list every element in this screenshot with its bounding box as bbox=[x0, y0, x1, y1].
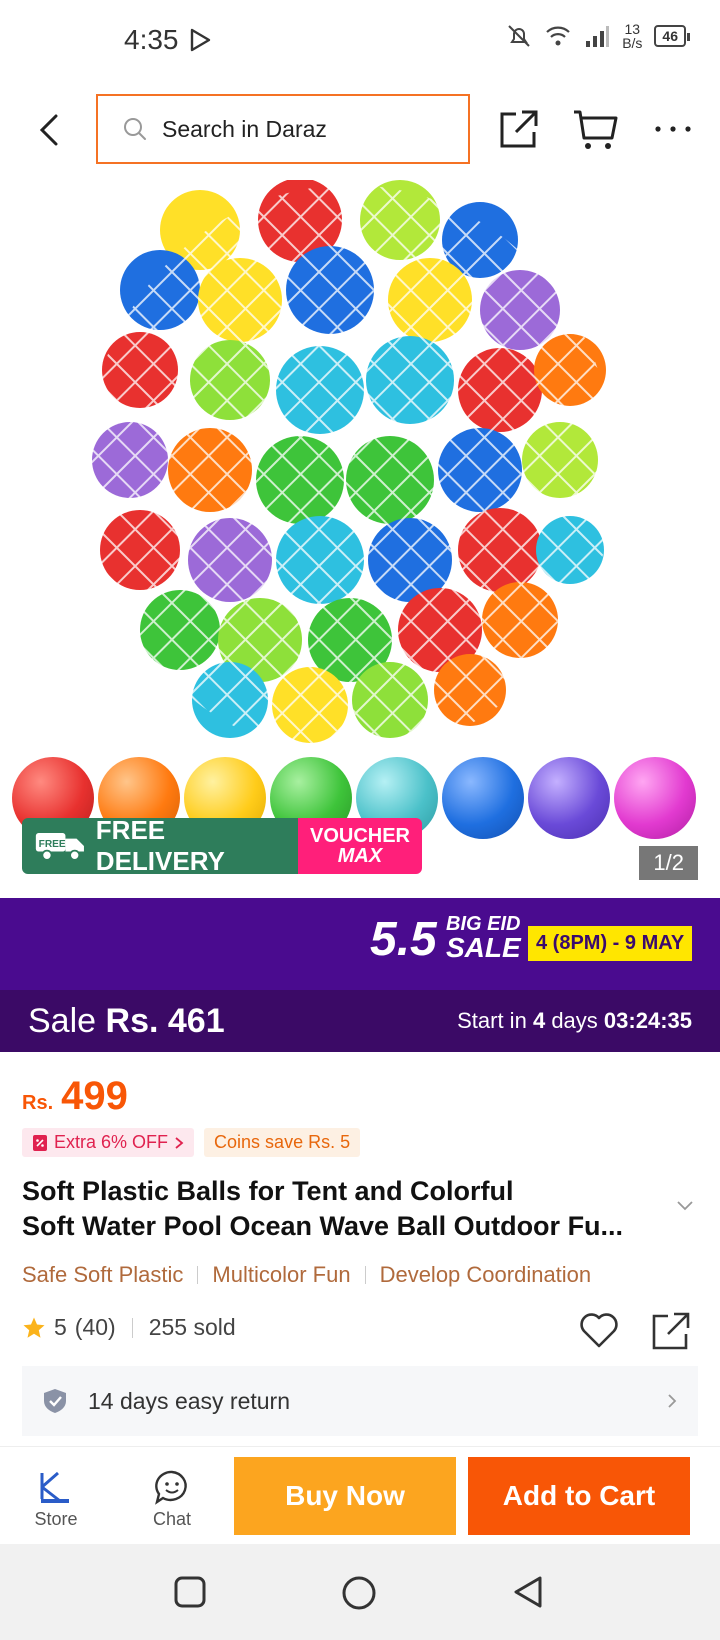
ball-blue bbox=[442, 757, 524, 839]
sale-countdown: Start in 4 days 03:24:35 bbox=[457, 1008, 692, 1033]
tag-item: Develop Coordination bbox=[379, 1262, 592, 1287]
wishlist-heart-icon[interactable] bbox=[578, 1310, 620, 1350]
store-button[interactable]: Store bbox=[16, 1469, 96, 1530]
system-navigation-bar bbox=[0, 1544, 720, 1640]
sale-label: Sale bbox=[28, 1001, 97, 1040]
svg-text:FREE: FREE bbox=[39, 839, 66, 850]
return-policy-text: 14 days easy return bbox=[88, 1387, 291, 1414]
review-count: (40) bbox=[74, 1314, 116, 1340]
signal-icon bbox=[586, 26, 610, 47]
ball-pink bbox=[614, 757, 696, 839]
tag-item: Multicolor Fun bbox=[212, 1262, 351, 1287]
divider bbox=[131, 1317, 133, 1338]
promo-chips: Extra 6% OFF Coins save Rs. 5 bbox=[22, 1128, 361, 1157]
divider bbox=[364, 1266, 366, 1284]
product-title[interactable]: Soft Plastic Balls for Tent and Colorful… bbox=[22, 1174, 672, 1244]
coins-chip: Coins save Rs. 5 bbox=[204, 1128, 361, 1157]
mute-bell-icon bbox=[508, 25, 530, 47]
chevron-right-icon bbox=[668, 1394, 677, 1408]
chevron-right-icon bbox=[175, 1136, 184, 1149]
search-icon bbox=[124, 118, 146, 140]
battery-icon: 46 bbox=[654, 25, 690, 47]
search-placeholder: Search in Daraz bbox=[162, 115, 327, 142]
recents-icon[interactable] bbox=[172, 1574, 208, 1610]
big-eid-sale-logo: BIG EID SALE bbox=[446, 913, 521, 963]
net-speed: 13 B/s bbox=[622, 21, 643, 51]
tag-item: Safe Soft Plastic bbox=[22, 1262, 184, 1287]
chat-button[interactable]: Chat bbox=[132, 1469, 212, 1530]
shield-check-icon bbox=[44, 1389, 66, 1413]
home-icon[interactable] bbox=[340, 1574, 378, 1612]
play-store-icon bbox=[190, 28, 210, 52]
cart-icon[interactable] bbox=[572, 106, 618, 152]
free-delivery-badge: FREE FREE DELIVERY VOUCHER MAX bbox=[22, 818, 422, 874]
add-to-cart-button[interactable]: Add to Cart bbox=[468, 1457, 690, 1535]
rating-row[interactable]: 5 (40) 255 sold bbox=[22, 1314, 236, 1341]
sold-count: 255 sold bbox=[148, 1314, 236, 1340]
voucher-icon bbox=[33, 1134, 47, 1151]
rating-value: 5 bbox=[54, 1314, 67, 1340]
search-input[interactable]: Search in Daraz bbox=[96, 94, 470, 164]
star-icon bbox=[23, 1317, 45, 1338]
sale-price: Rs. 461 bbox=[105, 1001, 225, 1040]
current-price: Rs. 499 bbox=[22, 1074, 128, 1119]
divider bbox=[197, 1266, 199, 1284]
back-icon[interactable] bbox=[510, 1574, 546, 1610]
chat-icon bbox=[155, 1470, 187, 1505]
sale-price-bar: Sale Rs. 461 Start in 4 days 03:24:35 bbox=[0, 990, 720, 1052]
store-icon bbox=[40, 1471, 69, 1503]
buy-now-button[interactable]: Buy Now bbox=[234, 1457, 456, 1535]
wifi-icon bbox=[546, 26, 570, 46]
sale-date-big: 5.5 bbox=[370, 913, 437, 966]
share-icon[interactable] bbox=[650, 1310, 692, 1352]
status-time: 4:35 bbox=[124, 24, 179, 55]
product-tags: Safe Soft Plastic Multicolor Fun Develop… bbox=[22, 1262, 591, 1288]
extra-off-chip[interactable]: Extra 6% OFF bbox=[22, 1128, 195, 1157]
expand-title-icon[interactable] bbox=[676, 1200, 694, 1212]
eid-sale-banner[interactable]: 5.5 BIG EID SALE 4 (8PM) - 9 MAY bbox=[0, 898, 720, 990]
voucher-max-badge: VOUCHER MAX bbox=[298, 818, 422, 874]
more-options-icon[interactable] bbox=[650, 106, 696, 152]
ball-purple bbox=[528, 757, 610, 839]
easy-return-row[interactable]: 14 days easy return bbox=[22, 1366, 698, 1436]
bottom-action-bar: Store Chat Buy Now Add to Cart bbox=[0, 1446, 720, 1544]
price-amount: 499 bbox=[61, 1074, 128, 1118]
delivery-truck-icon: FREE bbox=[35, 833, 84, 861]
price-currency: Rs. bbox=[22, 1092, 54, 1114]
search-header: Search in Daraz bbox=[0, 80, 720, 180]
back-arrow-icon[interactable] bbox=[30, 110, 70, 150]
status-bar: 4:35 13 B/s 46 bbox=[0, 0, 720, 80]
product-image-gallery[interactable]: FREE FREE DELIVERY VOUCHER MAX 1/2 bbox=[0, 180, 720, 898]
image-pager: 1/2 bbox=[639, 846, 698, 880]
ball-pile-image bbox=[85, 180, 615, 750]
sale-dates: 4 (8PM) - 9 MAY bbox=[528, 926, 693, 961]
free-delivery-label: FREE DELIVERY bbox=[95, 818, 225, 874]
share-icon[interactable] bbox=[496, 106, 542, 152]
